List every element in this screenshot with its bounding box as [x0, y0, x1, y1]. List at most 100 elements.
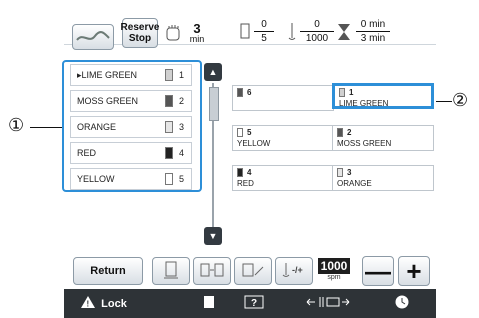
thread-num: 5: [179, 174, 185, 184]
thread-num: 4: [179, 148, 185, 158]
spool-icon: [237, 88, 243, 97]
reserve-stop-button[interactable]: Reserve Stop: [120, 18, 160, 48]
stitch-count-current: 0: [314, 19, 320, 30]
needle-color: ORANGE: [337, 179, 372, 188]
return-button[interactable]: Return: [73, 257, 143, 285]
needle-num: 2: [347, 128, 352, 137]
thread-sort-button[interactable]: [193, 257, 231, 285]
list-item[interactable]: ▸LIME GREEN 1: [70, 64, 192, 86]
needle-bar-grid: 6 1 LIME GREEN 5 YELLOW 2 MOSS GREEN 4 R…: [230, 63, 436, 203]
needle-num: 1: [349, 88, 354, 97]
time-current: 0 min: [360, 19, 386, 30]
needle-cell[interactable]: 6: [232, 85, 334, 111]
thread-name: RED: [77, 148, 97, 158]
callout-one-line: [30, 127, 62, 128]
list-item[interactable]: MOSS GREEN 2: [70, 90, 192, 112]
spool-icon: [165, 173, 173, 185]
needle-cell[interactable]: 3 ORANGE: [332, 165, 434, 191]
needle-plus-minus-icon: -/+: [280, 261, 308, 282]
spool-icon: [240, 23, 250, 39]
help-button[interactable]: ?: [234, 289, 274, 318]
spool-icon: [165, 95, 173, 107]
speed-unit: spm: [327, 274, 341, 281]
settings-button[interactable]: [382, 289, 422, 318]
clock-icon: [394, 294, 410, 313]
scroll-thumb[interactable]: [209, 87, 219, 121]
stitch-count: 0 1000: [300, 19, 334, 44]
thread-color-edit-button[interactable]: [234, 257, 272, 285]
hourglass-icon: [337, 23, 351, 41]
speed-value: 1000: [318, 258, 350, 274]
spool-icon: [237, 168, 243, 177]
needle-num: 5: [247, 128, 252, 137]
spool-icon: [165, 147, 173, 159]
spool-icon: [165, 121, 173, 133]
callout-two-line: [436, 101, 452, 102]
svg-text:?: ?: [251, 298, 257, 309]
frame-move-icon: [306, 296, 350, 311]
bottom-nav-bar: ! Lock ?: [64, 289, 436, 318]
callout-two: ②: [452, 90, 469, 110]
thread-sketch-icon: [72, 24, 114, 50]
document-button[interactable]: [194, 289, 224, 318]
color-count-total: 5: [261, 33, 267, 44]
spool-icon: [237, 128, 243, 137]
document-icon: [203, 295, 215, 312]
thread-num: 3: [179, 122, 185, 132]
thread-name: YELLOW: [77, 174, 115, 184]
needle-position-button[interactable]: -/+: [275, 257, 313, 285]
return-label: Return: [90, 265, 126, 277]
thread-num: 1: [179, 70, 185, 80]
color-count-current: 0: [261, 19, 267, 30]
svg-text:!: !: [87, 300, 90, 309]
thread-list-scrollbar[interactable]: ▲ ▼: [204, 63, 222, 249]
color-count: 0 5: [254, 19, 274, 44]
spool-icon: [165, 69, 173, 81]
needle-color: RED: [237, 179, 254, 188]
speed-increase-button[interactable]: +: [398, 256, 430, 286]
thread-num: 2: [179, 96, 185, 106]
time-total: 3 min: [360, 33, 386, 44]
reserve-label: Reserve: [120, 22, 160, 33]
scroll-up-button[interactable]: ▲: [204, 63, 222, 81]
minus-icon: —: [365, 255, 391, 286]
svg-text:-/+: -/+: [292, 265, 303, 275]
needle-num: 6: [247, 88, 252, 97]
thread-name: MOSS GREEN: [77, 96, 139, 106]
hand-icon: [164, 24, 182, 42]
callout-one: ①: [8, 115, 25, 135]
needle-num: 3: [347, 168, 352, 177]
list-item[interactable]: RED 4: [70, 142, 192, 164]
frame-move-button[interactable]: [300, 289, 356, 318]
needle-color: YELLOW: [237, 139, 271, 148]
stop-label: Stop: [128, 33, 152, 44]
scroll-down-button[interactable]: ▼: [204, 227, 222, 245]
needle-cell[interactable]: 4 RED: [232, 165, 334, 191]
stitch-count-total: 1000: [305, 33, 329, 44]
spool-trim-icon: [162, 260, 180, 283]
speed-readout: 1000 spm: [318, 258, 350, 284]
needle-color: LIME GREEN: [339, 99, 389, 108]
lock-label: Lock: [101, 297, 127, 310]
list-item[interactable]: ORANGE 3: [70, 116, 192, 138]
needle-color: MOSS GREEN: [337, 139, 392, 148]
thread-trim-button[interactable]: [152, 257, 190, 285]
speed-decrease-button[interactable]: —: [362, 256, 394, 286]
timer-value: 3: [193, 21, 201, 36]
spool-icon: [337, 128, 343, 137]
thread-name: LIME GREEN: [81, 69, 138, 80]
spool-swap-icon: [199, 261, 225, 282]
spool-icon: [337, 168, 343, 177]
timer-unit: min: [189, 34, 205, 44]
plus-icon: +: [406, 255, 422, 286]
needle-cell[interactable]: 2 MOSS GREEN: [332, 125, 434, 151]
needle-num: 4: [247, 168, 252, 177]
list-item[interactable]: YELLOW 5: [70, 168, 192, 190]
warning-icon: !: [81, 296, 96, 311]
needle-cell-selected[interactable]: 1 LIME GREEN: [332, 83, 434, 109]
timer-readout: 3 min: [186, 21, 208, 45]
time-readout: 0 min 3 min: [356, 19, 390, 44]
needle-cell[interactable]: 5 YELLOW: [232, 125, 334, 151]
spool-edit-icon: [241, 261, 265, 282]
lock-button[interactable]: ! Lock: [72, 289, 136, 318]
